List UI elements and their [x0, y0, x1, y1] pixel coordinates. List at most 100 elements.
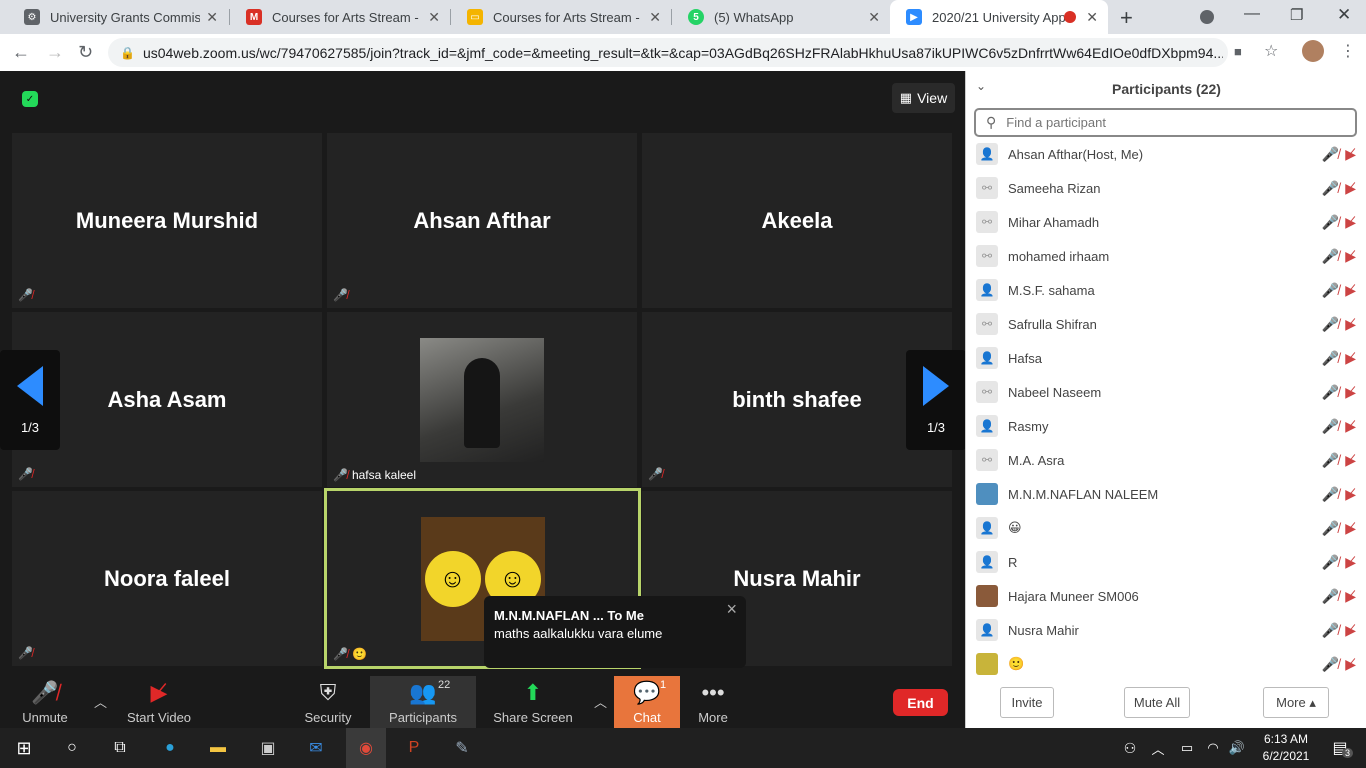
participant-row[interactable]: 👤 R 🎤̸ ▶̸ — [976, 545, 1356, 579]
participants-panel: ⌄ Participants (22) ⚲ 👤Ahsan Afthar(Host… — [965, 71, 1366, 728]
participant-row[interactable]: ⚯ Mihar Ahamadh 🎤̸ ▶̸ — [976, 205, 1356, 239]
close-tab-icon[interactable]: ✕ — [428, 9, 440, 26]
windows-start-icon[interactable]: ⊞ — [4, 728, 44, 768]
store-icon[interactable]: ▣ — [248, 728, 288, 768]
participant-row[interactable]: 👤 Ahsan Afthar(Host, Me) 🎤̸ ▶̸ — [976, 137, 1356, 171]
tile-name-label: 🎤̸ hafsa kaleel — [333, 468, 416, 482]
previous-page-button[interactable]: 1/3 — [0, 350, 60, 450]
encryption-shield-icon[interactable]: ✓ — [22, 91, 38, 107]
video-tile[interactable]: 🎤̸ hafsa kaleel — [327, 312, 637, 487]
close-popup-icon[interactable]: × — [726, 599, 737, 620]
close-tab-icon[interactable]: ✕ — [649, 9, 661, 26]
start-video-button[interactable]: ▶̸ Start Video — [122, 676, 196, 728]
invite-button[interactable]: Invite — [1000, 687, 1054, 718]
video-stage: ✓ ▦ View ... Muneera Murshid 🎤̸ Ahsan Af… — [0, 71, 966, 676]
notification-center-icon[interactable]: ▤ — [1320, 728, 1360, 768]
browser-tab-whatsapp[interactable]: 5 (5) WhatsApp ✕ — [672, 0, 890, 34]
close-tab-icon[interactable]: ✕ — [206, 9, 218, 26]
participant-name: Muneera Murshid — [75, 207, 259, 233]
restore-icon[interactable]: ❐ — [1290, 6, 1303, 24]
video-tile[interactable]: Ahsan Afthar 🎤̸ — [327, 133, 637, 308]
video-tile[interactable]: Akeela — [642, 133, 952, 308]
close-tab-icon[interactable]: ✕ — [868, 9, 880, 26]
more-button[interactable]: ••• More — [690, 676, 736, 728]
unmute-button[interactable]: 🎤̸ Unmute — [14, 676, 76, 728]
paint-icon[interactable]: ✎ — [442, 728, 482, 768]
muted-mic-icon: 🎤̸ — [31, 680, 59, 705]
participant-row[interactable]: ⚯ mohamed irhaam 🎤̸ ▶̸ — [976, 239, 1356, 273]
forward-arrow-icon[interactable]: → — [46, 42, 64, 63]
minimize-icon[interactable]: — — [1244, 5, 1260, 23]
show-hidden-icons-chevron-icon[interactable]: ︿ — [1146, 728, 1170, 768]
video-off-icon: ▶̸ — [1345, 315, 1356, 332]
view-button[interactable]: ▦ View — [892, 83, 955, 113]
browser-tab-gmail[interactable]: M Courses for Arts Stream - Invi ✕ — [230, 0, 450, 34]
volume-icon[interactable]: 🔊 — [1222, 728, 1252, 768]
powerpoint-icon[interactable]: P — [394, 728, 434, 768]
video-tile[interactable]: Muneera Murshid 🎤̸ — [12, 133, 322, 308]
muted-mic-icon: 🎤̸ — [1321, 213, 1340, 230]
participant-row[interactable]: 👤 Nusra Mahir 🎤̸ ▶̸ — [976, 613, 1356, 647]
participant-row[interactable]: M.N.M.NAFLAN NALEEM 🎤̸ ▶̸ — [976, 477, 1356, 511]
chat-sender: M.N.M.NAFLAN ... To Me — [494, 608, 644, 623]
camera-blocked-icon[interactable]: ■ — [1234, 44, 1242, 59]
participant-avatar: ⚯ — [976, 211, 998, 233]
windows-taskbar: ⊞ ○ ⧉ ● ▬ ▣ ✉ ◉ P ✎ ⚇ ︿ ▭ ◠ 🔊 6:13 AM 6/… — [0, 728, 1366, 768]
security-label: Security — [304, 710, 352, 725]
tile-name-label: 🎤̸ 🙂 — [333, 647, 367, 661]
new-tab-button[interactable]: + — [1120, 5, 1133, 31]
participant-row[interactable]: Hajara Muneer SM006 🎤̸ ▶̸ — [976, 579, 1356, 613]
participant-row[interactable]: ⚯ M.A. Asra 🎤̸ ▶̸ — [976, 443, 1356, 477]
muted-mic-icon: 🎤̸ — [1321, 349, 1340, 366]
next-page-button[interactable]: 1/3 — [906, 350, 966, 450]
chat-notification-popup[interactable]: M.N.M.NAFLAN ... To Me maths aalkalukku … — [484, 596, 746, 668]
share-options-chevron-up-icon[interactable]: ︿ — [594, 692, 607, 711]
close-tab-icon[interactable]: ✕ — [1086, 9, 1098, 26]
participant-row[interactable]: 👤 😀 🎤̸ ▶̸ — [976, 511, 1356, 545]
profile-avatar[interactable] — [1302, 40, 1324, 62]
mute-all-button[interactable]: Mute All — [1124, 687, 1190, 718]
participant-status-icons: 🎤̸ ▶̸ — [1322, 588, 1356, 605]
participant-row[interactable]: ⚯ Nabeel Naseem 🎤̸ ▶̸ — [976, 375, 1356, 409]
participant-name: Akeela — [761, 207, 833, 233]
browser-tab-zoom[interactable]: ▶ 2020/21 University Appli ✕ — [890, 0, 1108, 34]
chat-button[interactable]: 💬 Chat 1 — [614, 676, 680, 728]
edge-browser-icon[interactable]: ● — [150, 728, 190, 768]
clock[interactable]: 6:13 AM 6/2/2021 — [1256, 731, 1316, 765]
participant-row[interactable]: 👤 Rasmy 🎤̸ ▶̸ — [976, 409, 1356, 443]
participant-search-input[interactable] — [1006, 115, 1337, 130]
share-screen-button[interactable]: ⬆ Share Screen — [492, 676, 574, 728]
task-view-icon[interactable]: ⧉ — [100, 728, 140, 768]
security-button[interactable]: ⛨ Security — [300, 676, 356, 728]
mail-icon[interactable]: ✉ — [296, 728, 336, 768]
participant-row[interactable]: 🙂 🎤̸ ▶̸ — [976, 647, 1356, 681]
video-off-icon: ▶̸ — [1345, 179, 1356, 196]
participants-button[interactable]: 👥 Participants 22 — [370, 676, 476, 728]
end-meeting-button[interactable]: End — [893, 689, 948, 716]
search-circle-icon[interactable]: ○ — [52, 728, 92, 768]
star-icon[interactable]: ☆ — [1264, 41, 1278, 61]
more-options-button[interactable]: More ▴ — [1263, 687, 1329, 718]
chrome-icon[interactable]: ◉ — [346, 728, 386, 768]
video-tile[interactable]: Noora faleel 🎤̸ — [12, 491, 322, 666]
url-bar[interactable]: 🔒 us04web.zoom.us/wc/79470627585/join?tr… — [108, 38, 1228, 67]
audio-options-chevron-up-icon[interactable]: ︿ — [94, 692, 107, 711]
close-window-icon[interactable]: ✕ — [1337, 5, 1351, 25]
menu-kebab-icon[interactable]: ⋮ — [1340, 41, 1356, 61]
tab-search-icon[interactable] — [1200, 10, 1214, 24]
participant-search-box[interactable]: ⚲ — [974, 108, 1357, 137]
reload-icon[interactable]: ↻ — [78, 42, 93, 63]
participant-row[interactable]: ⚯ Safrulla Shifran 🎤̸ ▶̸ — [976, 307, 1356, 341]
participant-row[interactable]: 👤 Hafsa 🎤̸ ▶̸ — [976, 341, 1356, 375]
participant-row[interactable]: 👤 M.S.F. sahama 🎤̸ ▶̸ — [976, 273, 1356, 307]
file-explorer-icon[interactable]: ▬ — [198, 728, 238, 768]
participant-avatar: 👤 — [976, 347, 998, 369]
participant-row[interactable]: ⚯ Sameeha Rizan 🎤̸ ▶̸ — [976, 171, 1356, 205]
muted-mic-icon: 🎤̸ — [1321, 485, 1340, 502]
browser-tab-ugc[interactable]: ⚙ University Grants Commission ✕ — [8, 0, 228, 34]
back-arrow-icon[interactable]: ← — [12, 42, 30, 63]
clock-date: 6/2/2021 — [1262, 749, 1310, 763]
tab-title: (5) WhatsApp — [714, 9, 794, 25]
people-icon[interactable]: ⚇ — [1110, 728, 1150, 768]
browser-tab-slides[interactable]: ▭ Courses for Arts Stream - Goo ✕ — [451, 0, 671, 34]
